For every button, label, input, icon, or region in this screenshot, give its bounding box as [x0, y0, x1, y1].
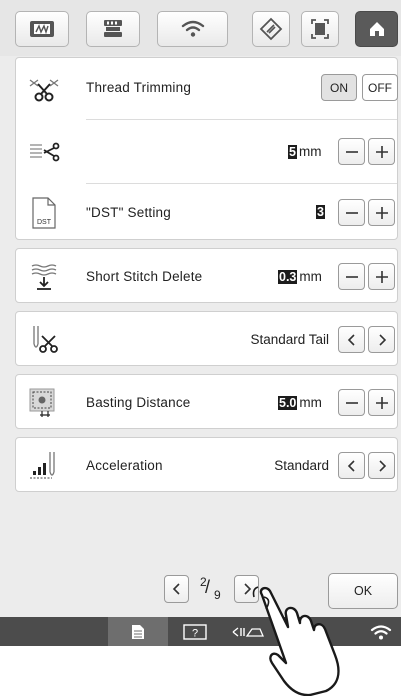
- jump-stitch-trim-value: 5: [288, 145, 297, 159]
- dst-file-icon: DST: [28, 197, 60, 229]
- tail-row: Standard Tail: [16, 315, 397, 365]
- thread-trim-scissors-icon: [28, 72, 60, 104]
- acceleration-row: Acceleration Standard: [16, 441, 397, 491]
- dst-icon-text: DST: [37, 219, 52, 226]
- total-pages: 9: [214, 588, 221, 602]
- acceleration-value: Standard: [274, 458, 329, 473]
- previous-page-button[interactable]: [164, 575, 189, 603]
- dst-setting-value: 3: [316, 205, 325, 219]
- basting-distance-label: Basting Distance: [86, 395, 191, 410]
- thread-trimming-row: Thread Trimming ON OFF: [16, 63, 398, 113]
- short-stitch-delete-value-display: 0.3 mm: [278, 269, 322, 284]
- dst-setting-row: DST "DST" Setting 3: [16, 188, 397, 238]
- thread-trimming-on-button[interactable]: ON: [321, 74, 357, 101]
- dst-setting-plus-button[interactable]: [368, 199, 395, 226]
- jump-stitch-trim-row: 5 mm: [16, 127, 397, 177]
- minus-icon: [345, 211, 358, 214]
- plus-icon: [375, 206, 388, 219]
- tab-settings-home[interactable]: [355, 11, 398, 47]
- tail-panel: Standard Tail: [15, 311, 398, 366]
- plus-icon: [375, 270, 388, 283]
- sewing-machine-icon: [102, 18, 124, 40]
- acceleration-label: Acceleration: [86, 458, 163, 473]
- top-tab-bar: [0, 0, 401, 56]
- short-stitch-delete-minus-button[interactable]: [338, 263, 365, 290]
- tail-value: Standard Tail: [250, 332, 329, 347]
- tab-utility[interactable]: [252, 11, 290, 47]
- settings-screen: Thread Trimming ON OFF 5 mm DST "DST" Se…: [0, 0, 401, 646]
- short-stitch-delete-unit: mm: [299, 269, 322, 284]
- acceleration-panel: Acceleration Standard: [15, 437, 398, 492]
- basting-distance-value: 5.0: [278, 396, 298, 410]
- basting-distance-minus-button[interactable]: [338, 389, 365, 416]
- basting-distance-unit: mm: [299, 395, 322, 410]
- help-icon[interactable]: ?: [178, 617, 212, 646]
- basting-distance-plus-button[interactable]: [368, 389, 395, 416]
- status-doc-tab[interactable]: [108, 617, 168, 646]
- svg-text:?: ?: [192, 627, 198, 639]
- thread-trimming-label: Thread Trimming: [86, 80, 192, 95]
- acceleration-next-button[interactable]: [368, 452, 395, 479]
- document-icon: [108, 617, 168, 646]
- chevron-left-icon: [172, 583, 180, 595]
- jump-stitch-trim-unit: mm: [298, 144, 322, 159]
- tab-network[interactable]: [157, 11, 228, 47]
- short-stitch-delete-plus-button[interactable]: [368, 263, 395, 290]
- plus-icon: [375, 396, 388, 409]
- tab-screen[interactable]: [301, 11, 339, 47]
- acceleration-previous-button[interactable]: [338, 452, 365, 479]
- short-stitch-delete-value: 0.3: [278, 270, 298, 284]
- basting-distance-row: Basting Distance 5.0 mm: [16, 378, 397, 428]
- jump-stitch-trim-value-display: 5 mm: [288, 144, 321, 159]
- dst-setting-value-display: 3: [316, 205, 325, 219]
- dst-setting-label: "DST" Setting: [86, 205, 171, 220]
- short-stitch-delete-row: Short Stitch Delete 0.3 mm: [16, 252, 397, 302]
- jump-stitch-trim-icon: [28, 136, 60, 168]
- diamond-settings-icon: [259, 17, 283, 41]
- page-slash: /: [205, 577, 211, 597]
- minus-icon: [345, 150, 358, 153]
- minus-icon: [345, 275, 358, 278]
- home-icon: [368, 20, 386, 38]
- page-indicator: 2 / 9: [195, 574, 231, 606]
- minus-icon: [345, 401, 358, 404]
- chevron-left-icon: [347, 459, 355, 472]
- trimming-panel: Thread Trimming ON OFF 5 mm DST "DST" Se…: [15, 57, 398, 240]
- tab-machine[interactable]: [86, 11, 140, 47]
- basting-frame-icon: [28, 387, 60, 419]
- jump-stitch-trim-plus-button[interactable]: [368, 138, 395, 165]
- dst-setting-minus-button[interactable]: [338, 199, 365, 226]
- screen-frame-icon: [310, 18, 330, 40]
- embroidery-frame-icon: [29, 20, 55, 38]
- row-divider: [86, 183, 397, 184]
- short-stitch-delete-label: Short Stitch Delete: [86, 269, 203, 284]
- wifi-status-icon[interactable]: [364, 617, 398, 646]
- acceleration-bars-icon: [28, 450, 60, 482]
- needle-tail-icon: [28, 324, 60, 356]
- jump-stitch-trim-minus-button[interactable]: [338, 138, 365, 165]
- row-divider: [86, 119, 397, 120]
- tail-previous-button[interactable]: [338, 326, 365, 353]
- short-stitch-panel: Short Stitch Delete 0.3 mm: [15, 248, 398, 303]
- basting-distance-value-display: 5.0 mm: [278, 395, 322, 410]
- short-stitch-delete-icon: [28, 261, 60, 293]
- chevron-left-icon: [347, 333, 355, 346]
- basting-panel: Basting Distance 5.0 mm: [15, 374, 398, 429]
- chevron-right-icon: [378, 459, 386, 472]
- wifi-icon: [181, 20, 205, 38]
- tab-embroidery[interactable]: [15, 11, 69, 47]
- chevron-right-icon: [378, 333, 386, 346]
- tail-next-button[interactable]: [368, 326, 395, 353]
- plus-icon: [375, 145, 388, 158]
- thread-trimming-off-button[interactable]: OFF: [362, 74, 398, 101]
- hand-pointer-icon: [250, 585, 365, 696]
